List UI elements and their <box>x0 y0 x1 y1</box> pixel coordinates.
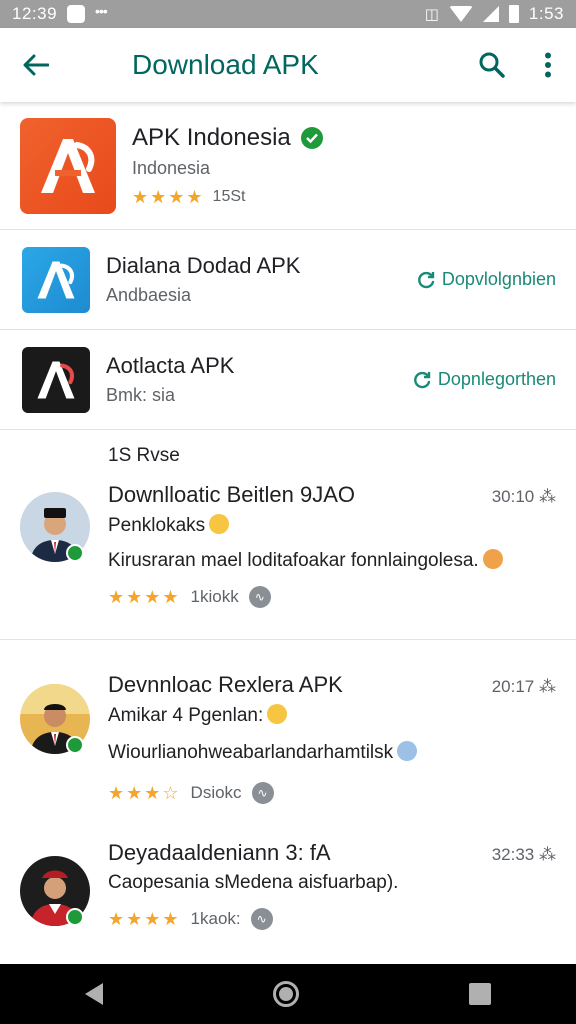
search-icon <box>479 52 505 78</box>
star-rating-icon: ★★★★ <box>132 186 205 207</box>
review-title: Deyadaaldeniann 3: fA <box>108 840 331 865</box>
emoji-icon <box>267 704 288 724</box>
download-action-button[interactable]: Dopnlegorthen <box>412 369 576 390</box>
review-body-text: Wiourlianohweabarlandarhamtilsk <box>108 742 394 763</box>
battery-icon <box>508 5 519 23</box>
review-body-text: Kirusraran mael loditafoakar fonnlaingol… <box>108 550 479 571</box>
review-title: Devnnloac Rexlera APK <box>108 672 343 697</box>
content-list: APK Indonesia Indonesia ★★★★ 15St Dialan… <box>0 102 576 964</box>
review-subtitle: Penklokaks <box>108 514 556 537</box>
refresh-icon <box>414 371 431 388</box>
review-subtitle-text: Amikar 4 Pgenlan: <box>108 705 264 726</box>
status-bar: 12:39 ◫ 1:53 <box>0 0 576 28</box>
review-time: 20:17 ⁂ <box>492 677 556 697</box>
emoji-icon <box>397 741 418 761</box>
app-list-item[interactable]: Dialana Dodad APK Andbaesia Dopvlolgnbie… <box>0 230 576 330</box>
review-body: Kirusraran mael loditafoakar fonnlaingol… <box>108 549 556 572</box>
avatar-verified-badge <box>66 736 84 754</box>
review-meta-text: Dsiokc <box>190 783 242 802</box>
nfc-icon: ◫ <box>424 6 439 23</box>
signal-icon <box>482 6 499 22</box>
star-rating-icon: ★★★★ <box>108 586 181 607</box>
review-subtitle-text: Penklokaks <box>108 515 206 536</box>
featured-app-info: APK Indonesia Indonesia ★★★★ 15St <box>132 124 576 208</box>
download-action-button[interactable]: Dopvlolgnbien <box>416 269 576 290</box>
avatar-verified-badge <box>66 908 84 926</box>
app-info: Aotlacta APK Bmk: sia <box>106 353 412 406</box>
nav-recents-icon[interactable] <box>469 983 491 1005</box>
refresh-icon <box>418 271 435 288</box>
review-time: 32:33 ⁂ <box>492 845 556 865</box>
app-subtitle: Bmk: sia <box>106 385 176 405</box>
emoji-icon <box>482 549 503 569</box>
featured-app-rating: ★★★★ 15St <box>132 187 576 208</box>
app-list-item[interactable]: Aotlacta APK Bmk: sia Dopnlegorthen <box>0 330 576 430</box>
review-time-text: 30:10 <box>491 487 535 506</box>
review-meta-text: 1kaok: <box>190 909 241 928</box>
featured-app-name: APK Indonesia <box>132 123 291 151</box>
pin-icon: ⁂ <box>539 845 556 864</box>
page-title: Download APK <box>132 49 319 80</box>
review-meta: ★★★☆ Dsiokc ∿ <box>108 782 556 804</box>
nav-home-icon[interactable] <box>273 981 299 1007</box>
review-meta-text: 1kiokk <box>190 587 239 606</box>
app-subtitle: Andbaesia <box>106 285 192 305</box>
wifi-icon <box>448 6 473 22</box>
review-subtitle: Amikar 4 Pgenlan: <box>108 704 556 727</box>
review-time-text: 20:17 <box>491 677 535 696</box>
apk-dark-logo-icon <box>22 346 90 413</box>
apk-blue-logo-icon <box>22 246 90 313</box>
review-header: Downlloatic Beitlen 9JAO 30:10 ⁂ <box>108 482 556 508</box>
review-subtitle: Caopesania sMedena aisfuarbap). <box>108 872 399 893</box>
rating-count: 15St <box>212 188 246 205</box>
review-title: Downlloatic Beitlen 9JAO <box>108 482 356 507</box>
arrow-left-icon <box>23 54 49 76</box>
featured-app-subtitle: Indonesia <box>132 157 211 178</box>
download-action-label: Dopvlolgnbien <box>441 269 556 289</box>
featured-app-card[interactable]: APK Indonesia Indonesia ★★★★ 15St <box>0 102 576 230</box>
system-nav-bar <box>0 964 576 1024</box>
review-time-text: 32:33 <box>491 845 535 864</box>
activity-icon[interactable]: ∿ <box>250 908 273 930</box>
reviews-section-label: 1S Rvse <box>108 445 180 466</box>
app-info: Dialana Dodad APK Andbaesia <box>106 253 416 306</box>
review-time: 30:10 ⁂ <box>492 487 556 507</box>
status-left: 12:39 <box>12 3 115 24</box>
review-item[interactable]: Devnnloac Rexlera APK 20:17 ⁂ Amikar 4 P… <box>0 640 576 828</box>
emoji-icon <box>209 514 230 534</box>
featured-app-name-row: APK Indonesia <box>132 124 576 152</box>
overflow-menu-button[interactable] <box>520 28 576 102</box>
avatar-verified-badge <box>66 544 84 562</box>
more-vert-icon <box>545 52 551 78</box>
pin-icon: ⁂ <box>539 677 556 696</box>
back-button[interactable] <box>0 28 72 102</box>
review-header: Devnnloac Rexlera APK 20:17 ⁂ <box>108 672 556 698</box>
notification-icon <box>67 5 86 23</box>
app-bar: Download APK <box>0 28 576 102</box>
review-item[interactable]: Deyadaaldeniann 3: fA 32:33 ⁂ Caopesania… <box>0 828 576 964</box>
app-name: Dialana Dodad APK <box>106 253 301 278</box>
status-right: ◫ 1:53 <box>425 4 564 24</box>
review-meta: ★★★★ 1kiokk ∿ <box>108 586 556 608</box>
activity-icon[interactable]: ∿ <box>251 782 274 804</box>
review-body: Wiourlianohweabarlandarhamtilsk <box>108 741 556 764</box>
review-meta: ★★★★ 1kaok: ∿ <box>108 908 556 930</box>
apk-logo-icon <box>20 117 116 214</box>
download-action-label: Dopnlegorthen <box>437 369 556 389</box>
app-name: Aotlacta APK <box>106 353 235 378</box>
review-item[interactable]: Downlloatic Beitlen 9JAO 30:10 ⁂ Penklok… <box>0 482 576 640</box>
more-notifications-icon <box>95 3 115 19</box>
status-clock: 1:53 <box>528 4 564 23</box>
review-header: Deyadaaldeniann 3: fA 32:33 ⁂ <box>108 840 556 866</box>
star-rating-icon: ★★★★ <box>108 908 181 929</box>
search-button[interactable] <box>464 28 520 102</box>
verified-check-icon <box>300 126 323 149</box>
pin-icon: ⁂ <box>539 487 556 506</box>
nav-back-icon[interactable] <box>85 983 103 1005</box>
star-rating-icon: ★★★☆ <box>108 782 181 803</box>
status-time: 12:39 <box>12 4 58 23</box>
activity-icon[interactable]: ∿ <box>248 586 271 608</box>
